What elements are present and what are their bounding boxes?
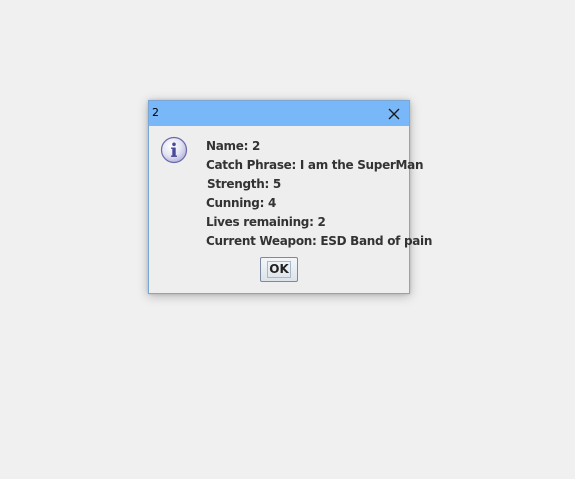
- info-icon: [160, 136, 188, 164]
- catch-phrase-line: Catch Phrase: I am the SuperMan: [206, 158, 424, 172]
- dialog-message: Name: 2 Catch Phrase: I am the SuperMan …: [206, 137, 433, 251]
- strength-line: Strength: 5: [207, 177, 281, 191]
- lives-remaining-line: Lives remaining: 2: [206, 215, 326, 229]
- message-dialog: 2 Name: 2 Catch Phrase: I am the SuperMa…: [148, 100, 433, 294]
- name-line: Name: 2: [206, 139, 261, 153]
- ok-button[interactable]: OK: [260, 257, 298, 282]
- ok-button-label: OK: [267, 261, 291, 278]
- current-weapon-line: Current Weapon: ESD Band of pain: [206, 234, 433, 248]
- dialog-titlebar[interactable]: 2: [149, 101, 409, 126]
- close-icon: [388, 108, 400, 119]
- cunning-line: Cunning: 4: [206, 196, 277, 210]
- dialog-title: 2: [152, 106, 159, 119]
- close-button[interactable]: [379, 101, 409, 126]
